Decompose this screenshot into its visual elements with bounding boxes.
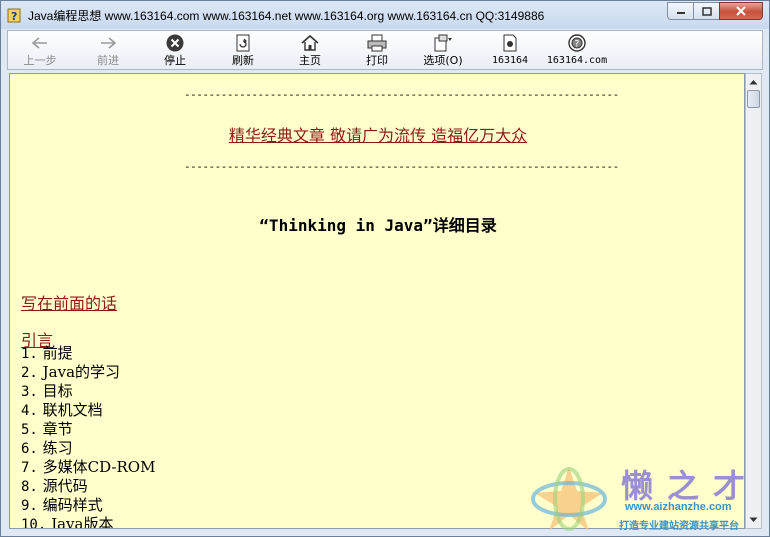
preface-link[interactable]: 写在前面的话	[21, 290, 117, 314]
help-window: ? Java编程思想 www.163164.com www.163164.net…	[0, 0, 770, 537]
site-button-163164[interactable]: 163164	[488, 33, 532, 69]
toc-item-number: 2.	[21, 365, 38, 381]
document-icon	[499, 33, 521, 53]
svg-text:?: ?	[11, 10, 17, 23]
title-bar[interactable]: ? Java编程思想 www.163164.com www.163164.net…	[1, 1, 769, 29]
close-icon	[736, 6, 746, 16]
stop-button[interactable]: 停止	[155, 33, 195, 69]
help-globe-icon: ?	[566, 33, 588, 53]
toc-item-text: Java版本	[51, 515, 114, 529]
page-title: “Thinking in Java”详细目录	[259, 216, 497, 235]
printer-icon	[366, 33, 388, 53]
toc-item-number: 8.	[21, 479, 38, 495]
options-button[interactable]: 选项(O)	[418, 33, 468, 69]
toc-item-number: 5.	[21, 422, 38, 438]
toc-item[interactable]: 1. 前提	[21, 344, 155, 363]
svg-text:?: ?	[575, 40, 580, 50]
window-controls	[667, 2, 763, 21]
toc-item-text: 章节	[42, 420, 73, 438]
forward-label: 前进	[97, 54, 119, 67]
toc-item[interactable]: 7. 多媒体CD-ROM	[21, 458, 155, 477]
toc-item-number: 3.	[21, 384, 38, 400]
scroll-thumb[interactable]	[747, 90, 760, 108]
toc-item[interactable]: 5. 章节	[21, 420, 155, 439]
toolbar: 上一步 前进 停止 刷新 主页 打印 选项(O) 163164 ? 163164…	[7, 30, 763, 70]
maximize-icon	[701, 6, 712, 16]
maximize-button[interactable]	[693, 2, 719, 20]
refresh-label: 刷新	[232, 54, 254, 67]
print-button[interactable]: 打印	[357, 33, 397, 69]
minimize-button[interactable]	[667, 2, 693, 20]
toc-item[interactable]: 8. 源代码	[21, 477, 155, 496]
toc-item-text: 目标	[42, 382, 73, 400]
toc-item-text: 前提	[42, 344, 73, 362]
toc-list: 1. 前提 2. Java的学习 3. 目标 4. 联机文档 5. 章节 6. 练习 7. …	[21, 344, 155, 529]
motto-link[interactable]: 精华经典文章 敬请广为流传 造福亿万大众	[229, 126, 527, 145]
help-icon: ?	[7, 7, 23, 23]
refresh-button[interactable]: 刷新	[223, 33, 263, 69]
back-button[interactable]: 上一步	[18, 33, 62, 69]
watermark-logo-icon	[531, 467, 607, 531]
scroll-up-button[interactable]	[746, 75, 761, 89]
options-label: 选项(O)	[423, 54, 463, 67]
toc-item-text: 多媒体CD-ROM	[42, 458, 156, 476]
window-title: Java编程思想 www.163164.com www.163164.net w…	[28, 9, 545, 23]
site-label-163164: 163164	[491, 55, 529, 66]
forward-button[interactable]: 前进	[88, 33, 128, 69]
options-icon	[432, 33, 454, 53]
separator-line-top: ----------------------------------------…	[184, 88, 619, 101]
site-label-163164-com: 163164.com	[546, 55, 608, 66]
watermark: 懒之才 www.aizhanzhe.com 打造专业建站资源共享平台	[529, 459, 769, 537]
toc-item-text: 联机文档	[42, 401, 103, 419]
stop-icon	[164, 33, 186, 53]
toc-item[interactable]: 6. 练习	[21, 439, 155, 458]
home-button[interactable]: 主页	[290, 33, 330, 69]
watermark-url: www.aizhanzhe.com	[625, 501, 732, 513]
toc-item[interactable]: 2. Java的学习	[21, 363, 155, 382]
toc-item-number: 7.	[21, 460, 38, 476]
toc-item-number: 6.	[21, 441, 38, 457]
toc-item[interactable]: 3. 目标	[21, 382, 155, 401]
toc-item[interactable]: 10. Java版本	[21, 515, 155, 529]
toc-item-text: 练习	[42, 439, 73, 457]
toc-item-text: 源代码	[42, 477, 88, 495]
back-label: 上一步	[23, 54, 57, 67]
refresh-icon	[232, 33, 254, 53]
toc-item-number: 9.	[21, 498, 38, 514]
home-label: 主页	[299, 54, 321, 67]
close-button[interactable]	[719, 2, 763, 20]
print-label: 打印	[366, 54, 388, 67]
watermark-slogan: 打造专业建站资源共享平台	[619, 521, 739, 532]
toc-item[interactable]: 4. 联机文档	[21, 401, 155, 420]
stop-label: 停止	[164, 54, 186, 67]
site-button-163164-com[interactable]: ? 163164.com	[545, 33, 609, 69]
toc-item-text: 编码样式	[42, 496, 103, 514]
toc-item[interactable]: 9. 编码样式	[21, 496, 155, 515]
back-arrow-icon	[29, 33, 51, 53]
toc-item-number: 1.	[21, 346, 38, 362]
motto-line: 精华经典文章 敬请广为流传 造福亿万大众	[10, 122, 744, 146]
toc-item-number: 10.	[21, 517, 47, 529]
home-icon	[299, 33, 321, 53]
toc-item-number: 4.	[21, 403, 38, 419]
separator-line-bottom: ----------------------------------------…	[184, 160, 619, 173]
chevron-up-icon	[749, 80, 758, 85]
minimize-icon	[676, 12, 685, 14]
forward-arrow-icon	[97, 33, 119, 53]
toc-item-text: Java的学习	[42, 363, 121, 381]
